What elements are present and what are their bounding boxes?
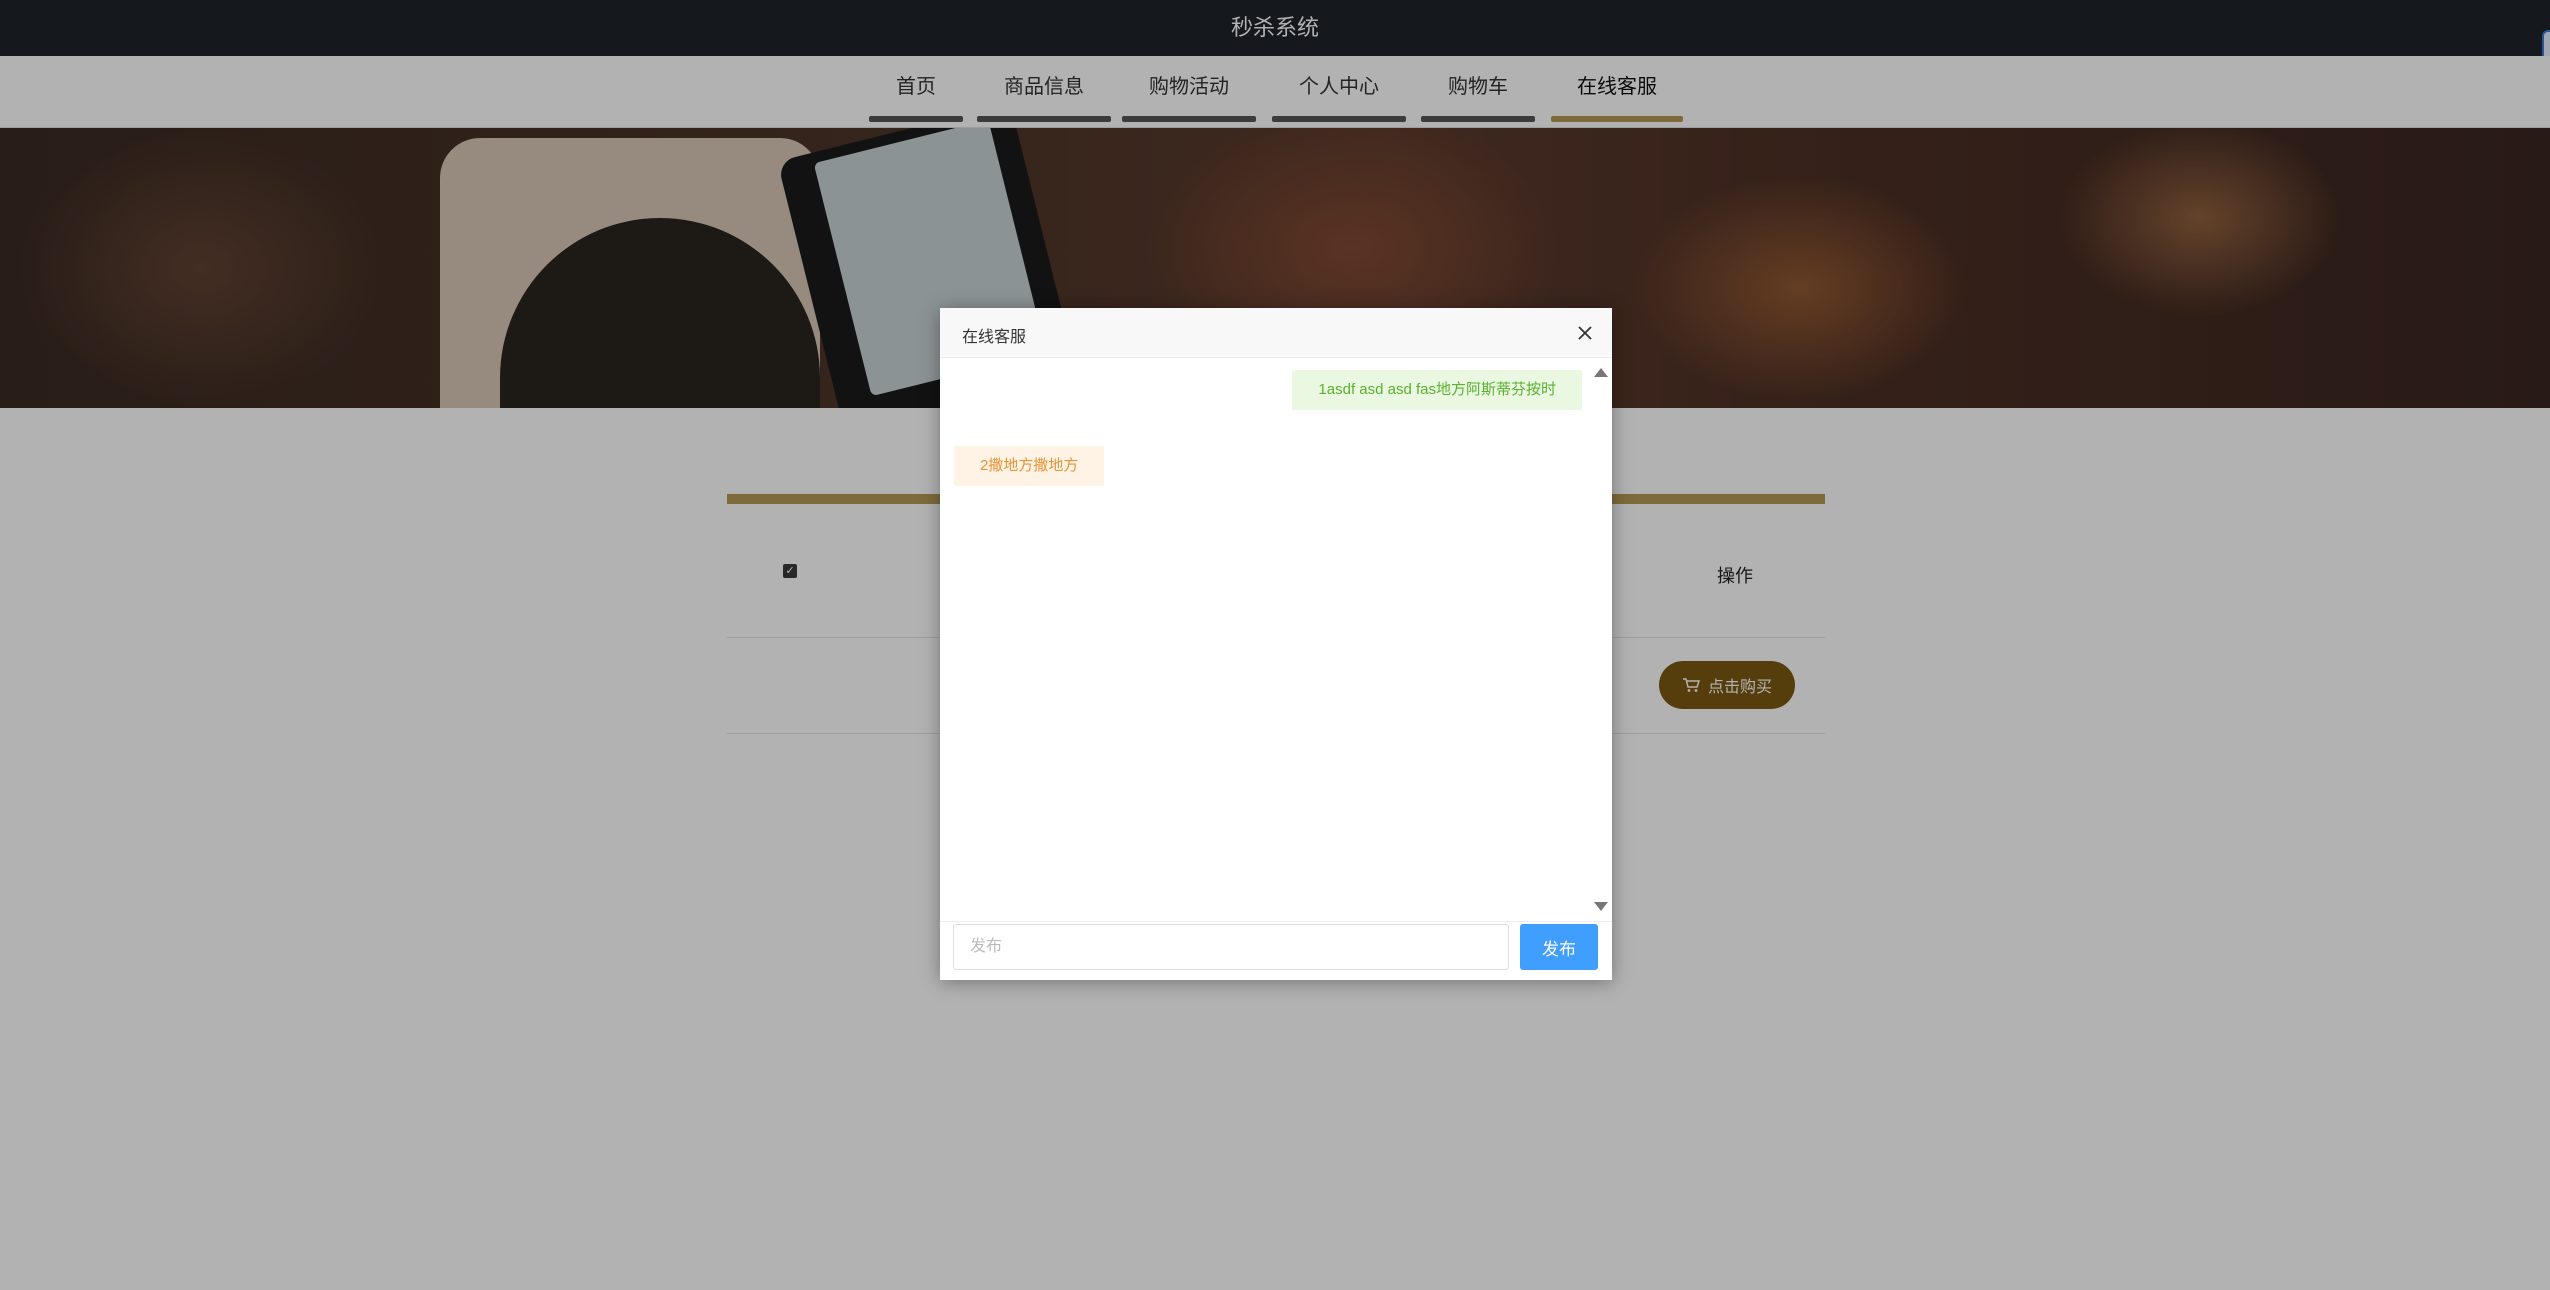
chat-message-received: 2撒地方撒地方	[954, 446, 1105, 486]
chat-input[interactable]	[953, 924, 1509, 970]
chat-message-sent: 1asdf asd asd fas地方阿斯蒂芬按时	[1292, 370, 1582, 410]
dialog-header: 在线客服	[940, 308, 1612, 358]
dialog-title: 在线客服	[962, 329, 1027, 346]
chat-messages[interactable]: 1asdf asd asd fas地方阿斯蒂芬按时 2撒地方撒地方	[940, 358, 1612, 922]
scroll-up-icon[interactable]	[1594, 368, 1608, 377]
close-icon[interactable]	[1576, 324, 1594, 342]
customer-service-dialog: 在线客服 1asdf asd asd fas地方阿斯蒂芬按时 2撒地方撒地方 发…	[940, 308, 1612, 980]
scroll-down-icon[interactable]	[1594, 902, 1608, 911]
send-button[interactable]: 发布	[1520, 924, 1598, 970]
